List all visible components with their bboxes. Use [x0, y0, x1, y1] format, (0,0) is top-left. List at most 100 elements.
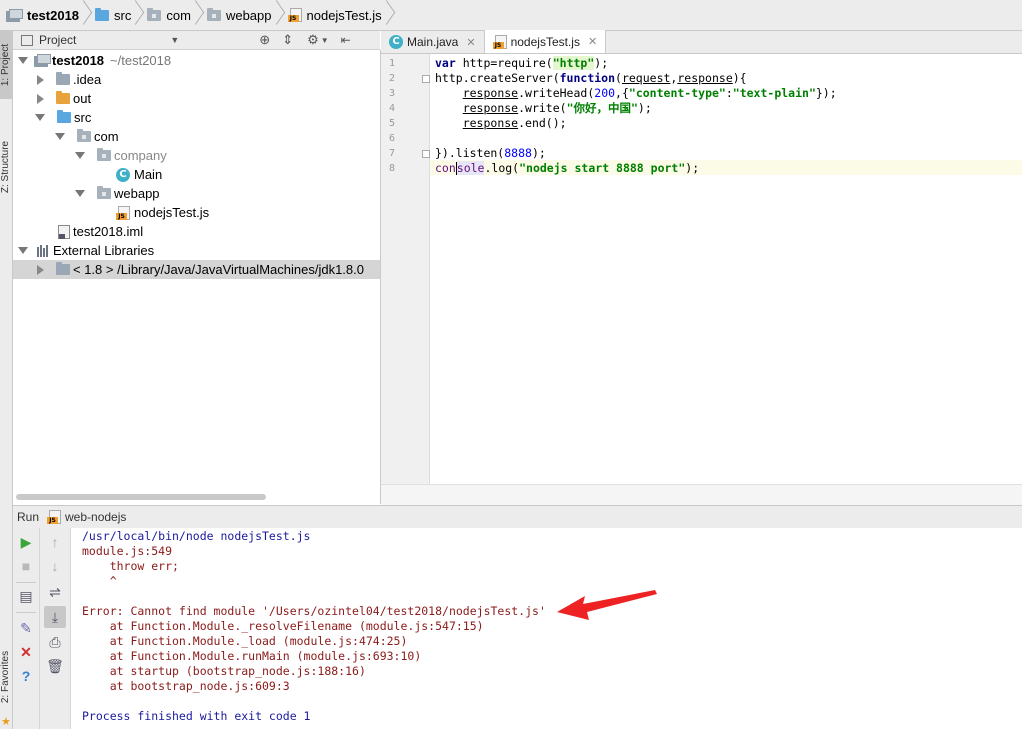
up-arrow-icon[interactable]: ↑ — [47, 534, 63, 550]
line-number: 4 — [388, 103, 395, 114]
editor-footer — [381, 484, 1022, 505]
expanded-arrow-icon[interactable] — [18, 247, 28, 254]
project-tree: test2018 ~/test2018 .idea out src com co… — [13, 50, 381, 490]
tree-item-idea[interactable]: .idea — [13, 70, 380, 89]
run-config-name: web-nodejs — [65, 510, 127, 524]
console-output[interactable]: /usr/local/bin/node nodejsTest.js module… — [71, 528, 1022, 729]
code-line-3: response.writeHead(200,{"content-type":"… — [462, 86, 837, 100]
tab-main-java[interactable]: C Main.java ✕ — [381, 31, 485, 53]
code-line-7: }).listen(8888); — [435, 146, 546, 160]
js-file-icon: JS — [116, 205, 130, 220]
folder-icon — [95, 7, 110, 21]
tree-item-webapp[interactable]: webapp — [13, 184, 380, 203]
line-number: 5 — [388, 118, 395, 129]
help-icon[interactable]: ? — [18, 668, 34, 684]
package-icon — [97, 148, 111, 161]
pin-icon[interactable]: ✎ — [18, 620, 34, 636]
close-icon[interactable]: ✕ — [18, 644, 34, 660]
class-icon: C — [389, 35, 403, 49]
folder-blue-icon — [57, 110, 71, 123]
breadcrumb-com[interactable]: com — [141, 0, 201, 30]
expanded-arrow-icon[interactable] — [18, 57, 28, 64]
folder-icon — [56, 262, 70, 275]
package-icon — [147, 7, 162, 21]
collapsed-arrow-icon[interactable] — [37, 93, 44, 104]
fold-marker-icon[interactable] — [422, 75, 430, 83]
fold-marker-icon[interactable] — [422, 150, 430, 158]
class-icon: C — [116, 167, 130, 182]
tab-nodejstest-js[interactable]: JS nodejsTest.js ✕ — [484, 30, 607, 53]
stop-icon[interactable]: ■ — [18, 558, 34, 574]
folder-icon — [56, 72, 70, 85]
breadcrumb-src[interactable]: src — [89, 0, 141, 30]
soft-wrap-icon[interactable]: ⇌ — [47, 584, 63, 600]
breadcrumb-project[interactable]: test2018 — [0, 0, 89, 30]
hide-panel-icon[interactable]: ⇤ — [341, 33, 351, 47]
package-icon — [206, 7, 221, 21]
console-line: module.js:549 — [82, 544, 173, 558]
down-arrow-icon[interactable]: ↓ — [47, 558, 63, 574]
console-line: at startup (bootstrap_node.js:188:16) — [82, 664, 366, 678]
horizontal-scrollbar[interactable] — [16, 494, 266, 500]
library-icon — [37, 244, 51, 257]
close-icon[interactable]: ✕ — [588, 35, 597, 48]
package-icon — [97, 186, 111, 199]
tree-item-main[interactable]: C Main — [13, 165, 380, 184]
code-editor[interactable]: var http=require("http"); http.createSer… — [430, 54, 1022, 484]
run-toolbar-secondary: ↑ ↓ ⇌ ⤓ ⎙ 🗑 — [40, 528, 71, 729]
console-line: at Function.Module.runMain (module.js:69… — [82, 649, 422, 663]
js-file-icon: JS — [47, 510, 62, 524]
tree-item-nodejstest[interactable]: JS nodejsTest.js — [13, 203, 380, 222]
gear-dropdown-icon[interactable]: ▼ — [321, 36, 329, 45]
print-icon[interactable]: ⎙ — [47, 634, 63, 650]
tree-item-out[interactable]: out — [13, 89, 380, 108]
js-file-icon: JS — [287, 8, 302, 22]
favorites-tool-tab[interactable]: 2: Favorites — [0, 643, 12, 711]
console-line-error: Error: Cannot find module '/Users/ozinte… — [82, 604, 546, 618]
gear-icon[interactable]: ⚙ — [307, 32, 319, 48]
expanded-arrow-icon[interactable] — [75, 152, 85, 159]
structure-tool-tab[interactable]: Z: Structure — [0, 133, 12, 201]
toolbar-divider — [16, 612, 36, 613]
editor-tabbar: C Main.java ✕ JS nodejsTest.js ✕ — [381, 30, 1022, 54]
tree-item-src[interactable]: src — [13, 108, 380, 127]
locate-icon[interactable]: ⊕ — [259, 32, 270, 48]
breadcrumb-file[interactable]: JS nodejsTest.js — [282, 0, 392, 30]
run-icon[interactable]: ▶ — [18, 534, 34, 550]
view-dropdown-icon[interactable]: ▼ — [170, 35, 179, 45]
scroll-to-end-icon: ⤓ — [51, 608, 59, 625]
star-icon: ★ — [1, 716, 11, 728]
tree-item-test2018[interactable]: test2018 ~/test2018 — [13, 51, 380, 70]
run-toolbar-primary: ▶ ■ ▤ ✎ ✕ ? — [13, 528, 40, 729]
iml-file-icon — [58, 224, 70, 239]
line-number: 8 — [388, 163, 395, 174]
expanded-arrow-icon[interactable] — [35, 114, 45, 121]
tree-item-company[interactable]: company — [13, 146, 380, 165]
collapse-icon[interactable]: ⇕ — [282, 32, 293, 48]
console-line: /usr/local/bin/node nodejsTest.js — [82, 529, 311, 543]
expanded-arrow-icon[interactable] — [55, 133, 65, 140]
console-line: ^ — [82, 574, 117, 588]
collapsed-arrow-icon[interactable] — [37, 74, 44, 85]
run-panel-header: Run JS web-nodejs — [13, 505, 1022, 529]
code-line-8: console.log("nodejs start 8888 port"); — [435, 161, 700, 175]
collapsed-arrow-icon[interactable] — [37, 264, 44, 275]
console-line: at Function.Module._load (module.js:474:… — [82, 634, 408, 648]
line-number: 3 — [388, 88, 395, 99]
breadcrumb-webapp[interactable]: webapp — [201, 0, 282, 30]
tree-item-external-libraries[interactable]: External Libraries — [13, 241, 380, 260]
tree-item-iml[interactable]: test2018.iml — [13, 222, 380, 241]
project-panel-header: Project ▼ ⊕ ⇕ ⚙ ▼ ⇤ — [13, 31, 380, 50]
trash-icon[interactable]: 🗑 — [46, 658, 64, 674]
tree-item-jdk[interactable]: < 1.8 > /Library/Java/JavaVirtualMachine… — [13, 260, 380, 279]
code-line-2: http.createServer(function(request,respo… — [435, 71, 747, 85]
package-icon — [77, 129, 91, 142]
expanded-arrow-icon[interactable] — [75, 190, 85, 197]
line-number: 2 — [388, 73, 395, 84]
tree-item-com[interactable]: com — [13, 127, 380, 146]
annotation-arrow-icon — [557, 590, 657, 620]
project-icon — [6, 8, 23, 22]
close-icon[interactable]: ✕ — [466, 36, 475, 49]
project-panel-title: Project — [39, 33, 77, 47]
layout-icon[interactable]: ▤ — [18, 588, 34, 604]
